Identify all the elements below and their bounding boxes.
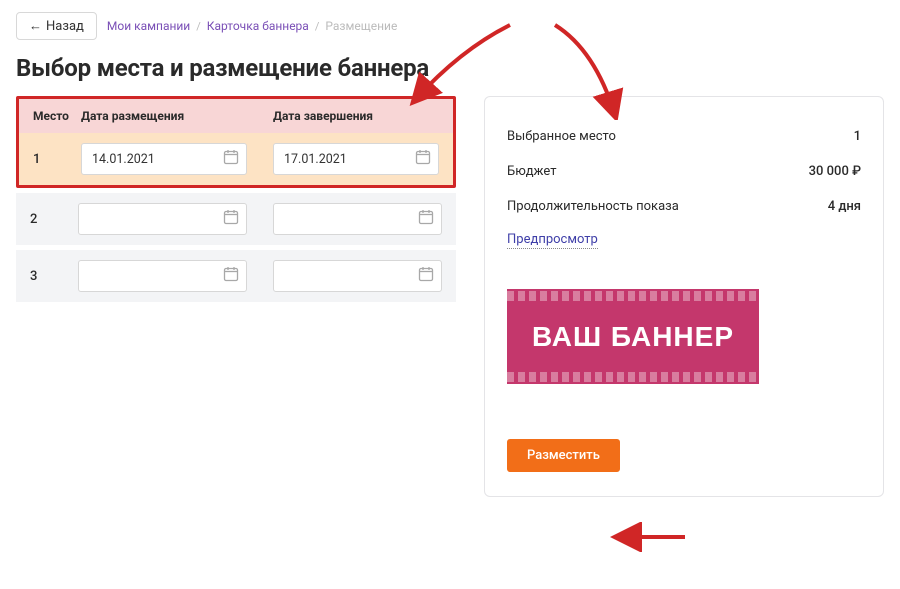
table-row: 3 — [16, 250, 456, 302]
summary-budget: Бюджет 30 000 — [507, 154, 861, 189]
back-label: Назад — [46, 19, 84, 34]
summary-panel: Выбранное место 1 Бюджет 30 000 Продолжи… — [484, 96, 884, 497]
back-button[interactable]: ← Назад — [16, 12, 97, 40]
summary-budget-label: Бюджет — [507, 164, 556, 179]
crumb-placement: Размещение — [325, 19, 397, 33]
preview-link[interactable]: Предпросмотр — [507, 232, 598, 249]
summary-place: Выбранное место 1 — [507, 119, 861, 154]
crumb-my-campaigns[interactable]: Мои кампании — [107, 19, 190, 33]
date-start-input[interactable] — [78, 203, 247, 235]
crumb-separator: / — [315, 20, 320, 33]
summary-budget-value: 30 000 — [809, 164, 861, 179]
summary-place-value: 1 — [854, 129, 861, 144]
date-end-input[interactable] — [273, 143, 439, 175]
placement-table: Место Дата размещения Дата завершения 1 … — [16, 96, 456, 302]
row-place: 1 — [19, 152, 69, 167]
table-row: 2 — [16, 193, 456, 245]
arrow-left-icon: ← — [29, 18, 42, 34]
table-row: 1 — [19, 133, 453, 185]
table-header: Место Дата размещения Дата завершения — [19, 99, 453, 133]
annotation-arrow-icon — [610, 522, 690, 552]
breadcrumb: Мои кампании / Карточка баннера / Размещ… — [107, 19, 397, 33]
page-title: Выбор места и размещение баннера — [0, 40, 900, 96]
banner-preview: ВАШ БАННЕР — [507, 289, 759, 384]
date-end-input[interactable] — [273, 203, 442, 235]
date-start-input[interactable] — [81, 143, 247, 175]
place-button[interactable]: Разместить — [507, 439, 620, 472]
summary-duration-value: 4 дня — [828, 199, 861, 214]
banner-text: ВАШ БАННЕР — [532, 321, 734, 353]
row-place: 2 — [16, 212, 66, 227]
col-date-start: Дата размещения — [81, 109, 261, 123]
row-place: 3 — [16, 269, 66, 284]
crumb-banner-card[interactable]: Карточка баннера — [207, 19, 309, 33]
summary-place-label: Выбранное место — [507, 129, 616, 144]
summary-duration: Продолжительность показа 4 дня — [507, 189, 861, 224]
summary-duration-label: Продолжительность показа — [507, 199, 679, 214]
selected-row-highlight: Место Дата размещения Дата завершения 1 — [16, 96, 456, 188]
crumb-separator: / — [196, 20, 201, 33]
col-place: Место — [19, 109, 69, 123]
col-date-end: Дата завершения — [273, 109, 453, 123]
date-end-input[interactable] — [273, 260, 442, 292]
date-start-input[interactable] — [78, 260, 247, 292]
